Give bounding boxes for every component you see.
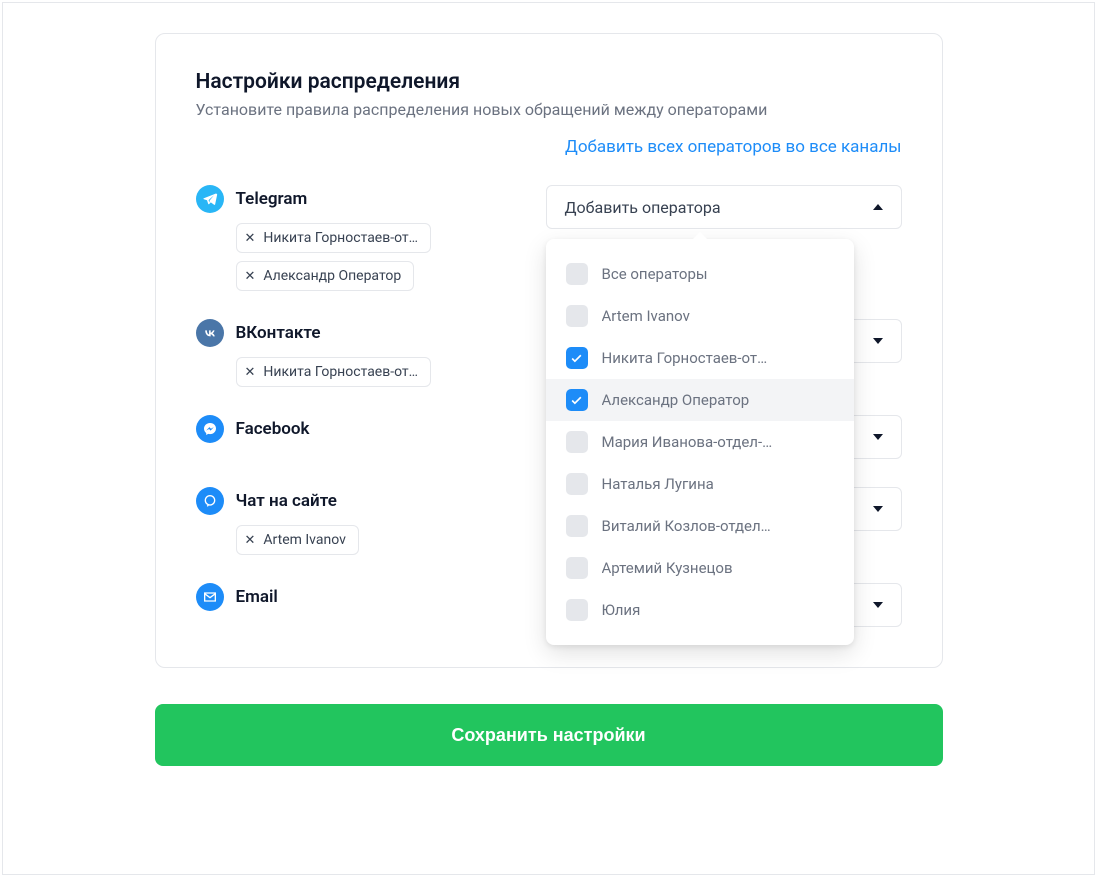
dropdown-item[interactable]: Artem Ivanov [546,295,854,337]
vk-icon [196,319,224,347]
checkbox-unchecked[interactable] [566,305,588,327]
chat-icon [196,487,224,515]
chevron-up-icon [873,204,883,210]
chevron-down-icon [873,506,883,512]
chip-label: Artem Ivanov [263,532,345,548]
save-settings-button[interactable]: Сохранить настройки [155,704,943,766]
channel-row-telegram: Telegram ✕ Никита Горностаев-от… ✕ Алекс… [196,185,902,291]
facebook-icon [196,415,224,443]
operator-dropdown: Все операторы Artem Ivanov Никита Горнос… [546,239,854,645]
checkbox-unchecked[interactable] [566,599,588,621]
dropdown-item[interactable]: Юлия [546,589,854,631]
email-icon [196,583,224,611]
remove-chip-icon[interactable]: ✕ [245,365,256,380]
card-subtitle: Установите правила распределения новых о… [196,100,902,119]
add-operator-select[interactable]: Добавить оператора [546,185,902,229]
channel-name: ВКонтакте [236,323,321,343]
operator-chip: ✕ Александр Оператор [236,261,415,291]
channel-name: Facebook [236,419,310,439]
chevron-down-icon [873,602,883,608]
channel-name: Email [236,587,278,607]
dropdown-item[interactable]: Александр Оператор [546,379,854,421]
dropdown-item[interactable]: Артемий Кузнецов [546,547,854,589]
checkbox-checked[interactable] [566,347,588,369]
checkbox-checked[interactable] [566,389,588,411]
chip-label: Александр Оператор [263,268,401,284]
checkbox-unchecked[interactable] [566,431,588,453]
remove-chip-icon[interactable]: ✕ [245,533,256,548]
chevron-down-icon [873,434,883,440]
remove-chip-icon[interactable]: ✕ [245,231,256,246]
card-title: Настройки распределения [196,70,902,94]
dropdown-item[interactable]: Все операторы [546,253,854,295]
telegram-icon [196,185,224,213]
operator-chip: ✕ Artem Ivanov [236,525,359,555]
dropdown-item[interactable]: Никита Горностаев-от… [546,337,854,379]
operator-chip: ✕ Никита Горностаев-от… [236,357,432,387]
chip-label: Никита Горностаев-от… [263,364,418,380]
channel-name: Чат на сайте [236,491,337,511]
distribution-settings-card: Настройки распределения Установите прави… [155,33,943,668]
dropdown-item[interactable]: Мария Иванова-отдел-… [546,421,854,463]
add-all-operators-link[interactable]: Добавить всех операторов во все каналы [196,137,902,157]
checkbox-unchecked[interactable] [566,515,588,537]
dropdown-item[interactable]: Наталья Лугина [546,463,854,505]
select-placeholder: Добавить оператора [565,198,721,217]
checkbox-unchecked[interactable] [566,557,588,579]
channel-name: Telegram [236,189,308,209]
operator-chip: ✕ Никита Горностаев-от… [236,223,432,253]
checkbox-unchecked[interactable] [566,263,588,285]
chip-label: Никита Горностаев-от… [263,230,418,246]
dropdown-item[interactable]: Виталий Козлов-отдел… [546,505,854,547]
checkbox-unchecked[interactable] [566,473,588,495]
chevron-down-icon [873,338,883,344]
remove-chip-icon[interactable]: ✕ [245,269,256,284]
